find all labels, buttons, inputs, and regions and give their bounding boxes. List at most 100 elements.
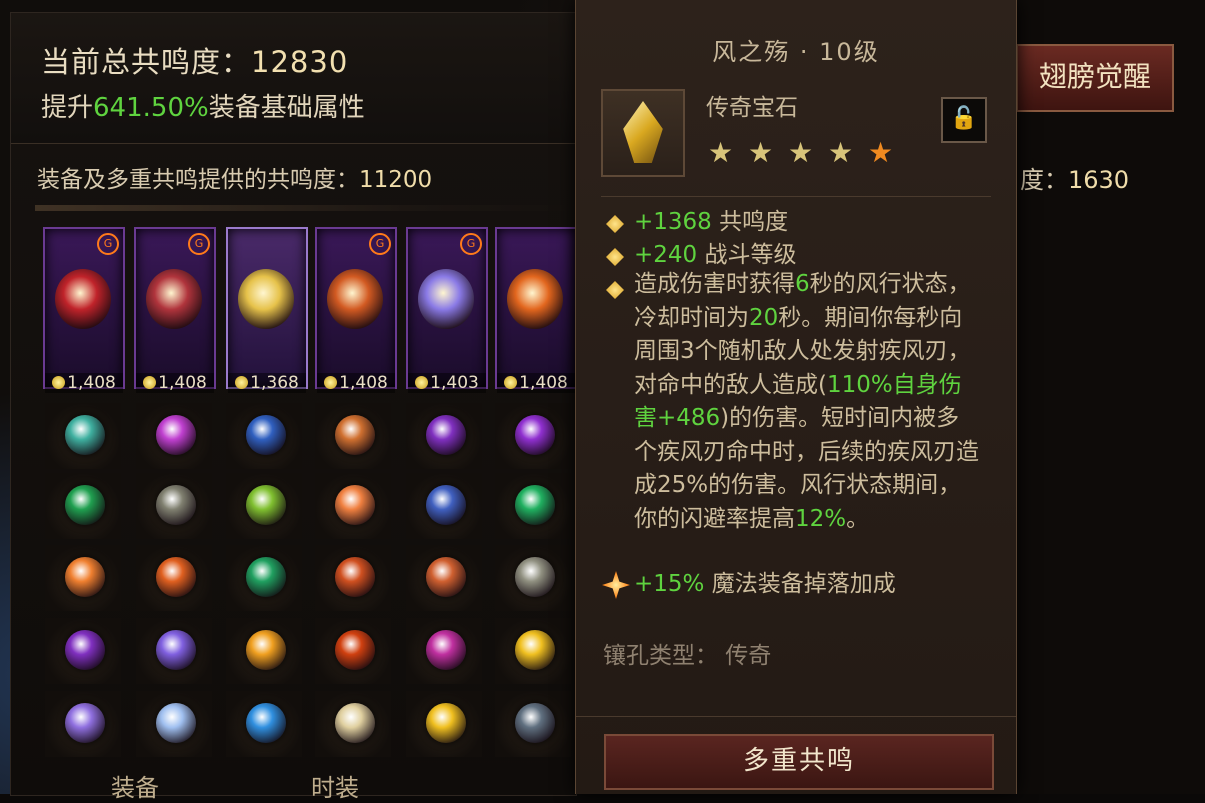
gem-icon xyxy=(601,89,685,177)
gem-tooltip: 风之殇 · 10级 传奇宝石 🔓 ★ ★ ★ ★ ★ +1368 共鸣度 +240 战斗… xyxy=(575,0,1017,794)
gem-icon xyxy=(65,630,105,670)
gem-icon xyxy=(426,630,466,670)
slot-resonance-value: 1,368 xyxy=(228,373,306,393)
gem-icon xyxy=(335,557,375,597)
gem-inventory-cell[interactable] xyxy=(226,473,302,539)
gem-icon xyxy=(246,415,286,455)
equipment-slot[interactable]: G 1,403 xyxy=(406,227,488,393)
stat-magic-drop: +15% 魔法装备掉落加成 xyxy=(634,571,896,597)
gem-inventory-cell[interactable] xyxy=(495,403,571,469)
tab-equipment[interactable]: 装备 xyxy=(111,768,159,803)
gem-icon xyxy=(426,485,466,525)
gem-inventory-cell[interactable] xyxy=(45,691,121,757)
coin-icon xyxy=(52,376,66,389)
gem-inventory-cell[interactable] xyxy=(136,473,212,539)
gem-icon xyxy=(515,703,555,743)
wing-awaken-button[interactable]: 翅膀觉醒 xyxy=(1016,44,1174,112)
multi-resonance-button[interactable]: 多重共鸣 xyxy=(604,734,994,790)
gem-inventory-cell[interactable] xyxy=(315,618,391,684)
equipped-gem-icon xyxy=(146,269,202,329)
gem-inventory-cell[interactable] xyxy=(315,691,391,757)
gem-icon xyxy=(246,630,286,670)
gem-icon xyxy=(515,415,555,455)
gem-inventory-cell[interactable] xyxy=(495,618,571,684)
coin-icon xyxy=(504,376,518,389)
gem-inventory-cell[interactable] xyxy=(495,691,571,757)
gem-inventory-cell[interactable] xyxy=(136,691,212,757)
gem-icon xyxy=(246,485,286,525)
gem-icon xyxy=(65,703,105,743)
gem-inventory-cell[interactable] xyxy=(406,691,482,757)
equipped-gem-icon xyxy=(507,269,563,329)
gem-icon xyxy=(426,703,466,743)
gem-icon xyxy=(335,415,375,455)
gem-inventory-cell[interactable] xyxy=(495,473,571,539)
coin-icon xyxy=(143,376,157,389)
equipment-slot[interactable]: G 1,408 xyxy=(315,227,397,393)
star-icon: ★ xyxy=(868,136,894,169)
gem-icon xyxy=(246,703,286,743)
gem-inventory-cell[interactable] xyxy=(315,545,391,611)
gem-icon xyxy=(246,557,286,597)
equipped-gem-icon xyxy=(238,269,294,329)
sparkle-bullet-icon xyxy=(602,571,630,599)
resonance-panel: 当前总共鸣度：12830 提升641.50%装备基础属性 装备及多重共鸣提供的共… xyxy=(10,12,577,802)
gem-icon xyxy=(65,415,105,455)
gem-inventory-cell[interactable] xyxy=(45,473,121,539)
stat-resonance: +1368 共鸣度 xyxy=(634,209,789,235)
tab-fashion[interactable]: 时装 xyxy=(311,768,359,803)
equipment-slot[interactable]: G 1,408 xyxy=(43,227,125,393)
right-panel xyxy=(1015,0,1205,794)
gem-inventory-cell[interactable] xyxy=(136,618,212,684)
rune-badge-icon: G xyxy=(369,233,391,255)
gem-inventory-cell[interactable] xyxy=(226,618,302,684)
star-icon: ★ xyxy=(748,136,774,169)
gem-inventory-cell[interactable] xyxy=(45,545,121,611)
gem-icon xyxy=(335,703,375,743)
star-icon: ★ xyxy=(828,136,854,169)
diamond-bullet-icon xyxy=(606,248,624,266)
gem-icon xyxy=(156,485,196,525)
gem-inventory-cell[interactable] xyxy=(406,618,482,684)
gem-type: 传奇宝石 xyxy=(706,95,798,121)
crystal-icon xyxy=(623,101,663,163)
socket-type: 镶孔类型： 传奇 xyxy=(603,643,772,669)
gem-inventory-cell[interactable] xyxy=(136,545,212,611)
slot-resonance-value: 1,408 xyxy=(497,373,575,393)
star-icon: ★ xyxy=(788,136,814,169)
gem-icon xyxy=(515,557,555,597)
gem-icon xyxy=(65,557,105,597)
gem-inventory-cell[interactable] xyxy=(45,618,121,684)
equipped-gem-icon xyxy=(327,269,383,329)
gem-inventory-cell[interactable] xyxy=(226,545,302,611)
gem-icon xyxy=(156,415,196,455)
equipment-slot[interactable]: G 1,408 xyxy=(134,227,216,393)
gem-icon xyxy=(156,557,196,597)
gem-inventory-cell[interactable] xyxy=(226,691,302,757)
equipped-gem-icon xyxy=(55,269,111,329)
gem-inventory-cell[interactable] xyxy=(136,403,212,469)
lock-icon[interactable]: 🔓 xyxy=(941,97,987,143)
diamond-bullet-icon xyxy=(606,281,624,299)
equipment-slot[interactable]: 1,368 xyxy=(226,227,308,393)
slot-resonance-value: 1,408 xyxy=(317,373,395,393)
slot-resonance-value: 1,408 xyxy=(136,373,214,393)
coin-icon xyxy=(235,376,249,389)
gem-inventory-cell[interactable] xyxy=(406,403,482,469)
gem-inventory-cell[interactable] xyxy=(406,473,482,539)
divider xyxy=(576,716,1016,717)
gem-icon xyxy=(156,630,196,670)
gem-icon xyxy=(515,485,555,525)
gem-inventory-cell[interactable] xyxy=(315,473,391,539)
gem-inventory-cell[interactable] xyxy=(226,403,302,469)
gem-inventory-cell[interactable] xyxy=(406,545,482,611)
divider xyxy=(601,196,991,197)
coin-icon xyxy=(415,376,429,389)
gem-effect-description: 造成伤害时获得6秒的风行状态，冷却时间为20秒。期间你每秒向周围3个随机敌人处发… xyxy=(634,271,979,532)
gem-inventory-cell[interactable] xyxy=(495,545,571,611)
star-icon: ★ xyxy=(708,136,734,169)
attribute-boost: 提升641.50%装备基础属性 xyxy=(41,93,365,123)
equipment-slot[interactable]: 1,408 xyxy=(495,227,577,393)
gem-inventory-cell[interactable] xyxy=(45,403,121,469)
gem-inventory-cell[interactable] xyxy=(315,403,391,469)
